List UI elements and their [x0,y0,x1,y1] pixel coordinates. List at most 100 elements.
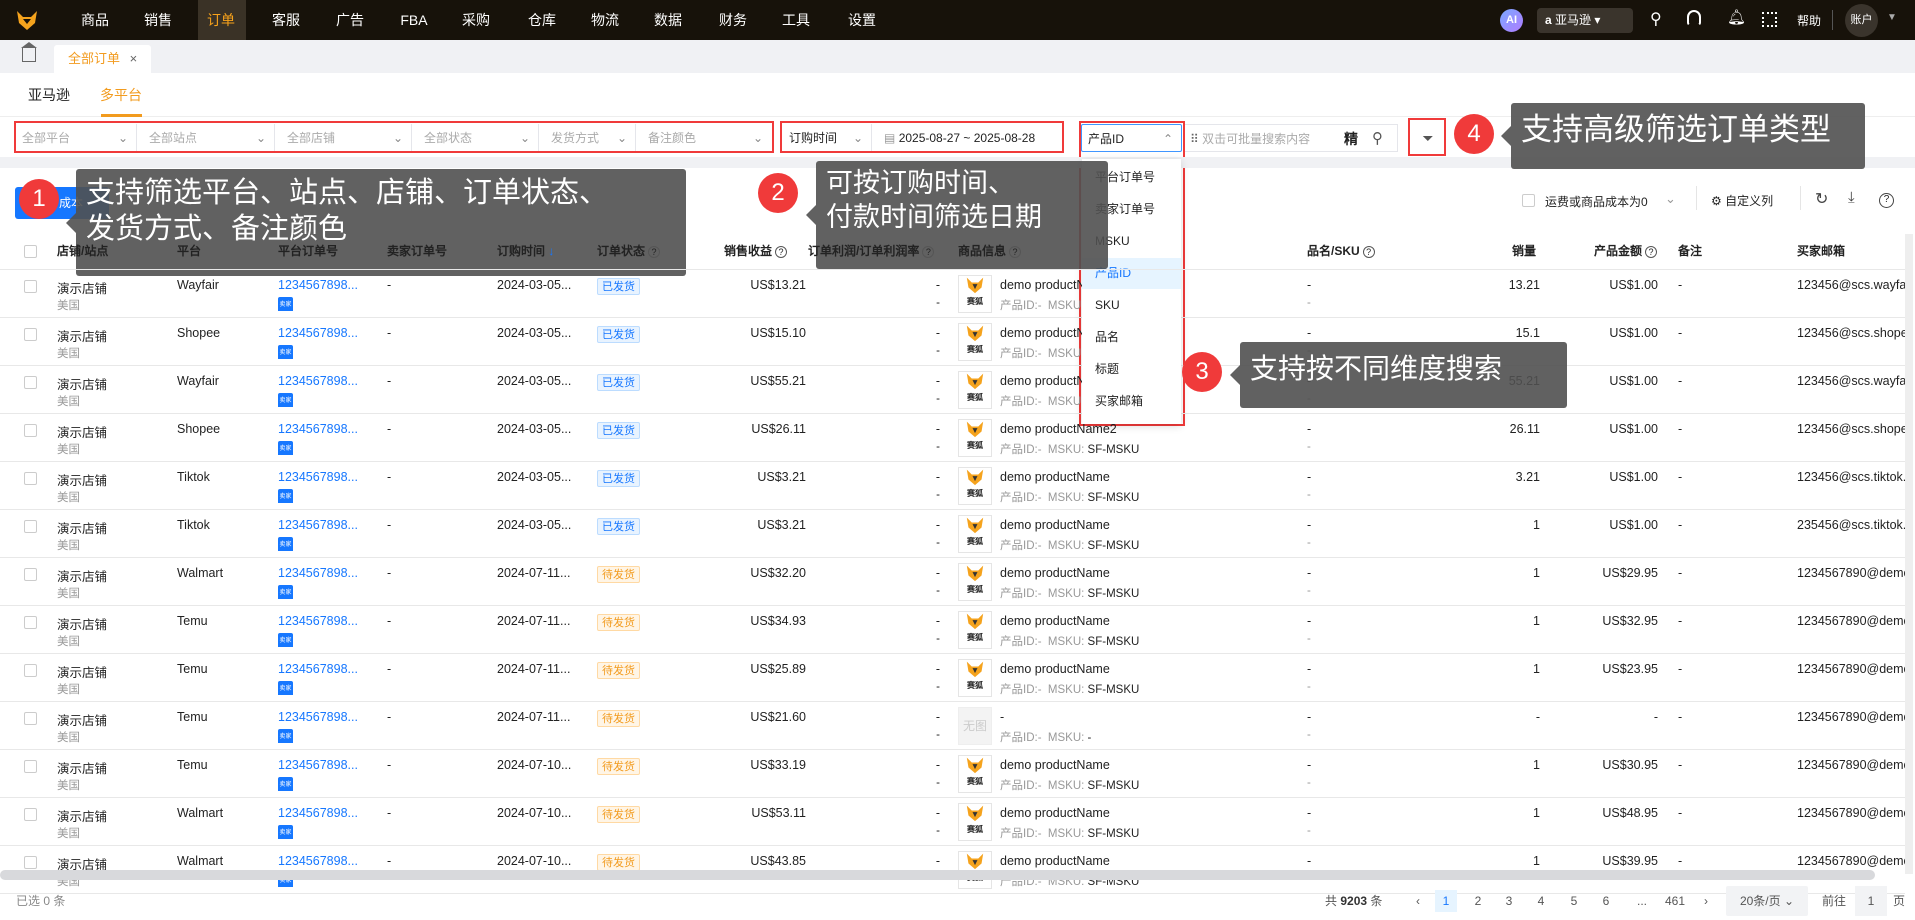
subtab-amazon[interactable]: 亚马逊 [28,85,70,105]
platform-order-link[interactable]: 1234567898... [278,374,358,388]
account-caret-icon[interactable]: ▼ [1887,12,1897,23]
platform-order-link[interactable]: 1234567898... [278,566,358,580]
row-checkbox[interactable] [24,520,37,533]
row-checkbox[interactable] [24,376,37,389]
site-select[interactable]: 全部站点 ⌄ [143,124,275,152]
platform-order-link[interactable]: 1234567898... [278,710,358,724]
page-button[interactable]: ... [1627,890,1657,912]
page-size-select[interactable]: 20条/页 ⌄ [1726,886,1808,916]
shop-select[interactable]: 全部店铺 ⌄ [281,124,412,152]
nav-item[interactable]: 设置 [848,0,876,40]
row-checkbox[interactable] [24,472,37,485]
product-thumbnail[interactable]: 赛狐 [958,371,992,409]
goto-page-input[interactable]: 1 [1855,886,1887,916]
nav-item[interactable]: 工具 [782,0,810,40]
select-all-checkbox[interactable] [24,245,37,258]
remark-color-select[interactable]: 备注颜色 ⌄ [642,124,771,152]
home-icon[interactable] [21,42,37,62]
platform-order-link[interactable]: 1234567898... [278,614,358,628]
product-thumbnail[interactable]: 赛狐 [958,419,992,457]
row-checkbox[interactable] [24,808,37,821]
next-page-icon[interactable]: › [1700,890,1712,912]
platform-order-link[interactable]: 1234567898... [278,470,358,484]
row-checkbox[interactable] [24,664,37,677]
headset-icon[interactable] [1687,10,1701,26]
nav-item[interactable]: 采购 [462,0,490,40]
platform-order-link[interactable]: 1234567898... [278,758,358,772]
platform-order-link[interactable]: 1234567898... [278,326,358,340]
nav-item[interactable]: 客服 [272,0,300,40]
product-thumbnail[interactable]: 赛狐 [958,515,992,553]
search-icon[interactable]: ⚲ [1372,125,1383,153]
nav-item[interactable]: 广告 [336,0,364,40]
product-thumbnail[interactable]: 赛狐 [958,467,992,505]
product-thumbnail[interactable]: 赛狐 [958,803,992,841]
refresh-icon[interactable]: ↻ [1815,189,1828,209]
advanced-filter-icon[interactable]: ⏷ [1414,124,1442,152]
nav-item[interactable]: 物流 [591,0,619,40]
exact-match-toggle[interactable]: 精 [1344,125,1358,153]
tab-all-orders[interactable]: 全部订单 × [54,45,151,73]
page-button[interactable]: 2 [1467,890,1489,912]
bell-icon[interactable]: 🔔︎ [1727,8,1746,26]
dropdown-option[interactable]: 买家邮箱 [1082,386,1181,417]
dropdown-option[interactable]: SKU [1082,290,1181,321]
apps-grid-icon[interactable] [1762,12,1777,27]
row-checkbox[interactable] [24,712,37,725]
row-checkbox[interactable] [24,568,37,581]
dropdown-option[interactable]: 标题 [1082,354,1181,385]
page-button[interactable]: 3 [1498,890,1520,912]
row-checkbox[interactable] [24,856,37,869]
time-type-select[interactable]: 订购时间 ⌄ [783,124,872,152]
platform-order-link[interactable]: 1234567898... [278,518,358,532]
search-input[interactable]: ⠿ 双击可批量搜索内容精 ⚲ [1184,124,1398,152]
page-button[interactable]: 1 [1435,890,1457,912]
nav-item[interactable]: 财务 [719,0,747,40]
fox-logo-icon[interactable] [16,9,38,31]
product-thumbnail[interactable]: 赛狐 [958,755,992,793]
platform-order-link[interactable]: 1234567898... [278,422,358,436]
platform-order-link[interactable]: 1234567898... [278,806,358,820]
page-button[interactable]: 4 [1530,890,1552,912]
status-select[interactable]: 全部状态 ⌄ [418,124,539,152]
ai-button[interactable]: AI [1500,9,1523,32]
product-thumbnail[interactable]: 赛狐 [958,611,992,649]
dropdown-option[interactable]: 品名 [1082,322,1181,353]
row-checkbox[interactable] [24,424,37,437]
help-icon[interactable]: ? [1879,193,1894,208]
store-switcher[interactable]: a 亚马逊 ▾ [1537,8,1633,33]
vertical-scrollbar[interactable] [1905,234,1913,874]
platform-order-link[interactable]: 1234567898... [278,278,358,292]
row-checkbox[interactable] [24,280,37,293]
nav-item[interactable]: 商品 [81,0,109,40]
nav-item[interactable]: 数据 [654,0,682,40]
platform-order-link[interactable]: 1234567898... [278,854,358,868]
platform-select[interactable]: 全部平台 ⌄ [16,124,137,152]
close-tab-icon[interactable]: × [130,51,138,66]
zero-cost-checkbox[interactable] [1522,194,1535,207]
platform-order-link[interactable]: 1234567898... [278,662,358,676]
prev-page-icon[interactable]: ‹ [1412,890,1424,912]
nav-item[interactable]: 销售 [144,0,172,40]
nav-item[interactable]: 仓库 [528,0,556,40]
col-order-time[interactable]: 订购时间 ↓ [497,234,554,268]
page-button[interactable]: 461 [1660,890,1690,912]
product-thumbnail[interactable]: 无图 [958,707,992,745]
page-button[interactable]: 6 [1595,890,1617,912]
product-thumbnail[interactable]: 赛狐 [958,563,992,601]
product-thumbnail[interactable]: 赛狐 [958,323,992,361]
page-button[interactable]: 5 [1563,890,1585,912]
product-thumbnail[interactable]: 赛狐 [958,275,992,313]
download-icon[interactable]: ⤓ [1848,189,1855,206]
custom-columns-button[interactable]: ⚙ 自定义列 [1711,192,1773,209]
nav-item[interactable]: 订单 [207,0,235,40]
row-checkbox[interactable] [24,760,37,773]
subtab-multi-platform[interactable]: 多平台 [100,85,142,105]
product-thumbnail[interactable]: 赛狐 [958,659,992,697]
chevron-down-icon[interactable]: ⌄ [1665,191,1676,207]
nav-item[interactable]: FBA [400,0,427,40]
help-link[interactable]: 帮助 [1797,12,1821,29]
account-avatar[interactable]: 账户 [1845,4,1878,37]
shipping-method-select[interactable]: 发货方式 ⌄ [545,124,636,152]
row-checkbox[interactable] [24,616,37,629]
